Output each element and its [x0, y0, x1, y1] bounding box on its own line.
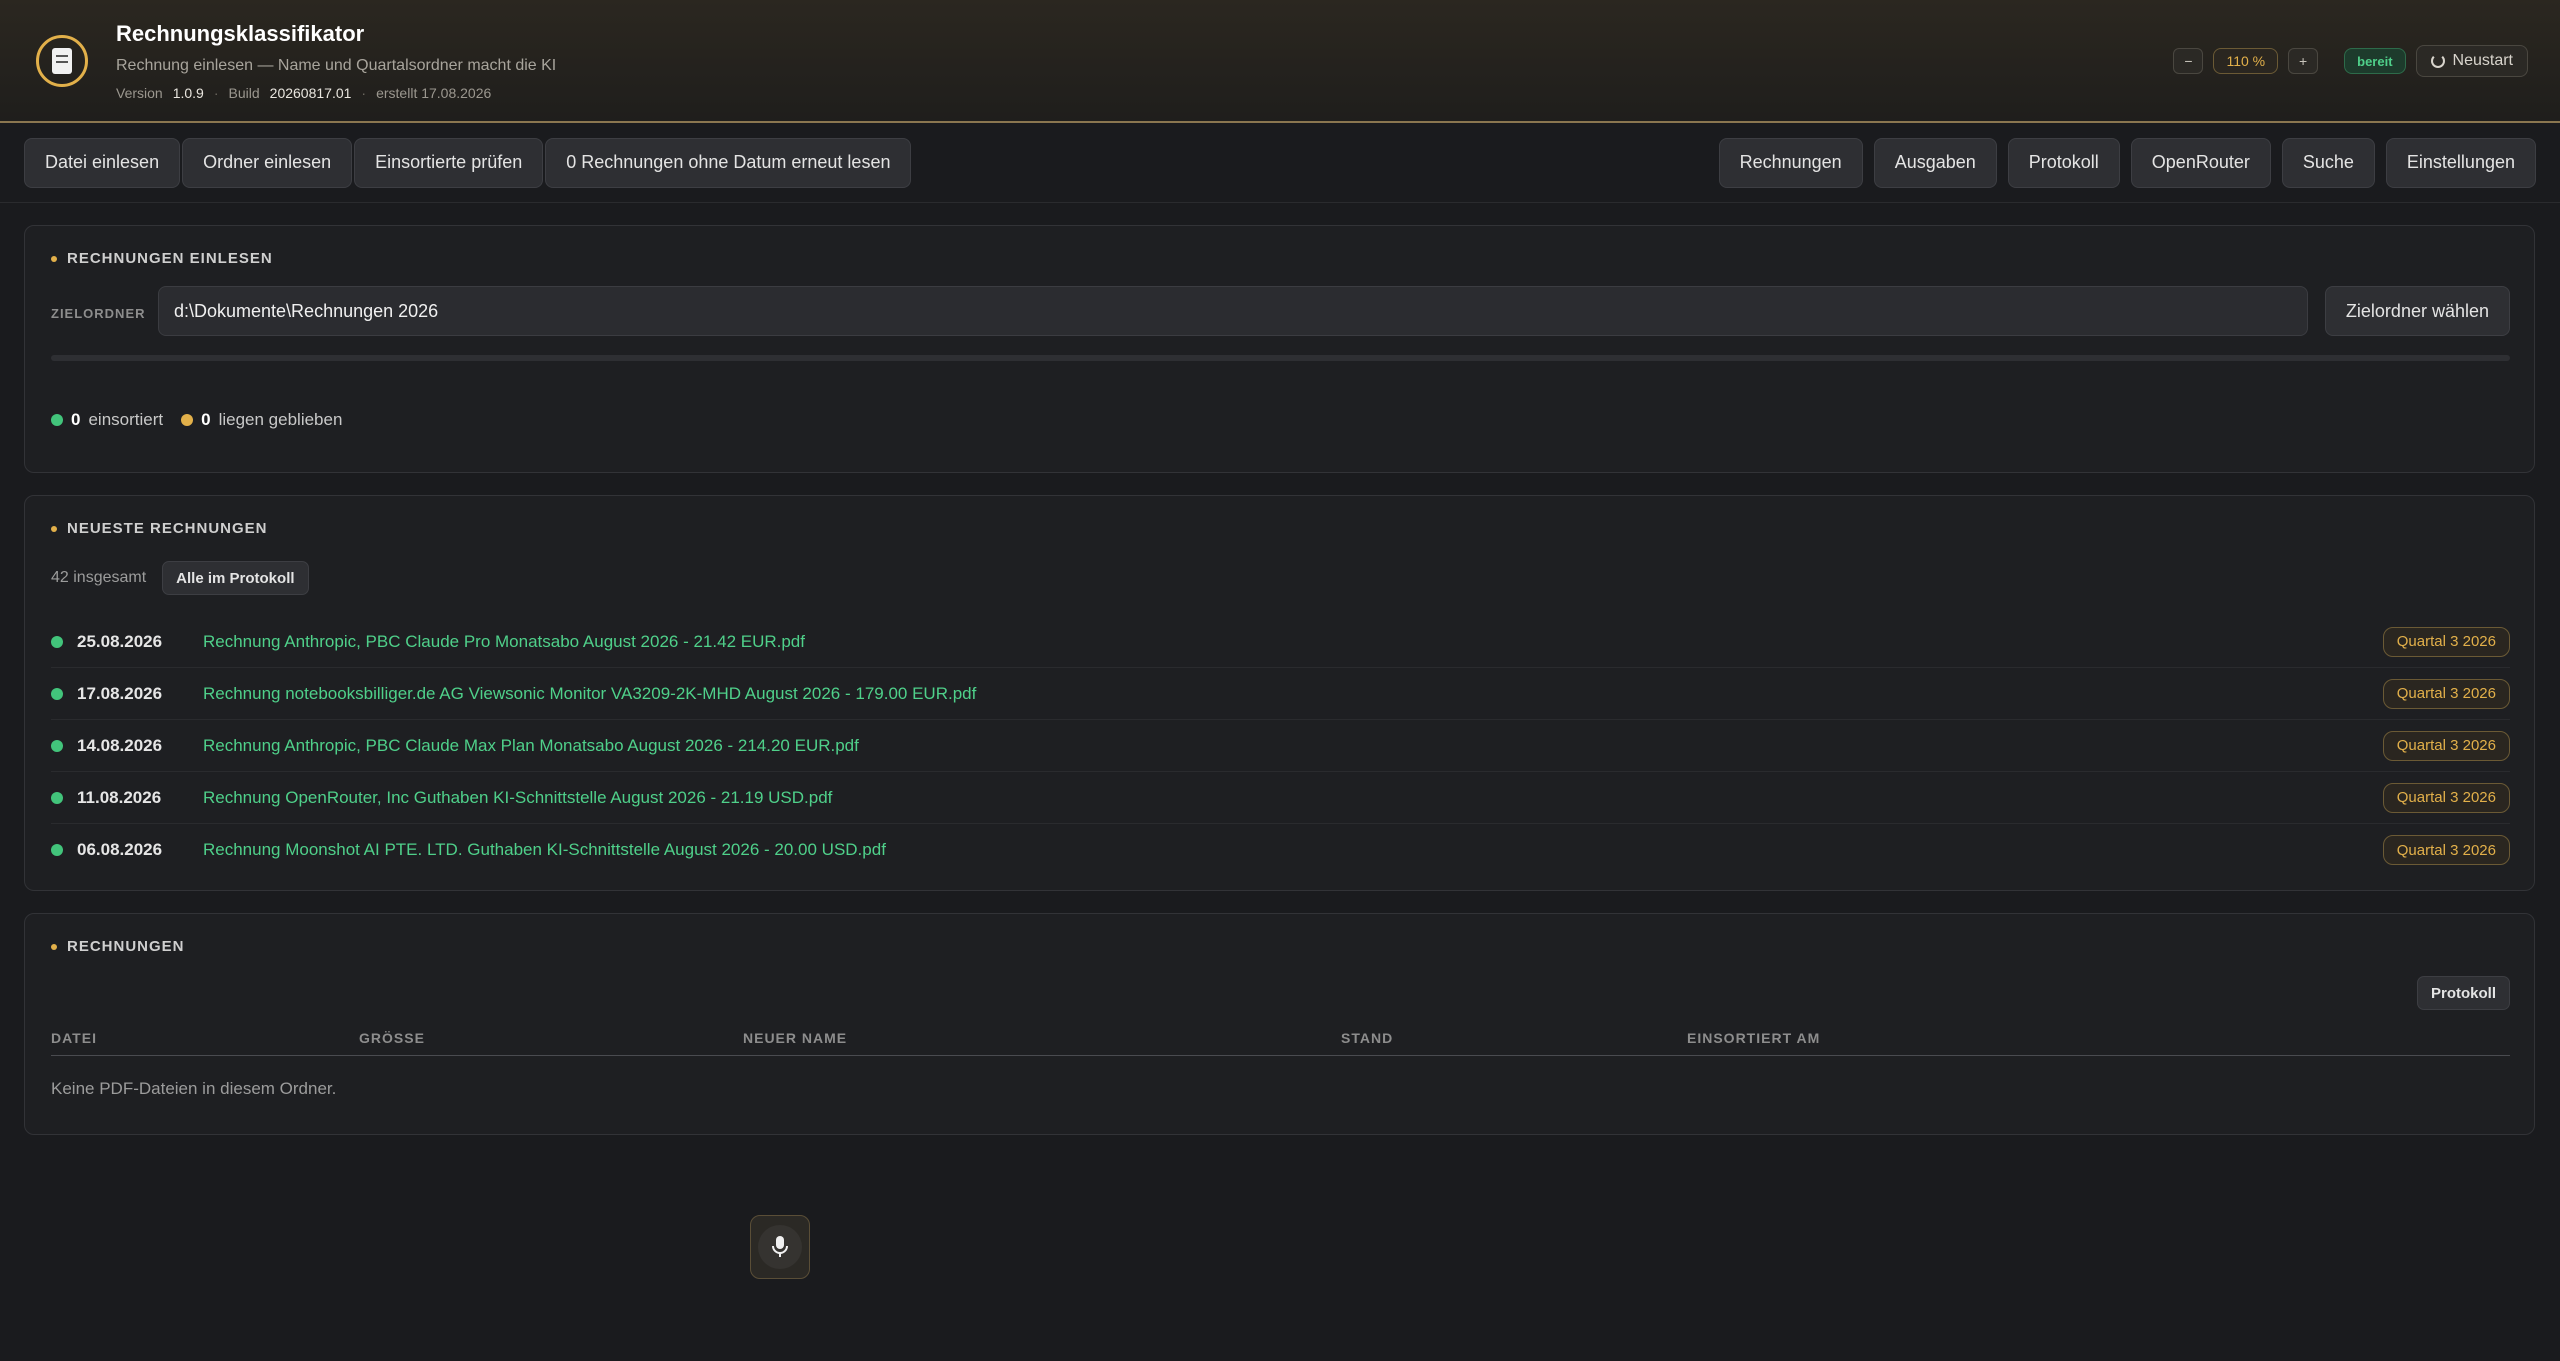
check-sorted-button[interactable]: Einsortierte prüfen	[354, 137, 544, 188]
status-dot-icon	[51, 844, 63, 856]
title-dot-icon	[51, 525, 57, 532]
main-toolbar: Datei einlesen Ordner einlesen Einsortie…	[0, 123, 2560, 203]
sorted-label: einsortiert	[88, 410, 164, 429]
status-dot-icon	[51, 739, 63, 752]
files-panel-title-text: RECHNUNGEN	[67, 938, 185, 955]
list-item[interactable]: 14.08.2026 Rechnung Anthropic, PBC Claud…	[51, 720, 2510, 772]
status-dot-icon	[51, 687, 63, 700]
invoice-file-link[interactable]: Rechnung Anthropic, PBC Claude Pro Monat…	[203, 632, 2383, 652]
protocol-button[interactable]: Protokoll	[2416, 976, 2510, 1010]
recent-count-row: 42 insgesamt Alle im Protokoll	[51, 561, 309, 595]
import-folder-button[interactable]: Ordner einlesen	[182, 137, 353, 188]
recent-invoice-list: 25.08.2026 Rechnung Anthropic, PBC Claud…	[51, 616, 2510, 876]
files-table-header: DATEI GRÖSSE NEUER NAME STAND EINSORTIER…	[51, 1022, 2510, 1056]
app-header: Rechnungsklassifikator Rechnung einlesen…	[0, 0, 2560, 123]
nav-expenses-button[interactable]: Ausgaben	[1873, 137, 1997, 188]
choose-target-folder-button[interactable]: Zielordner wählen	[2324, 286, 2510, 336]
restart-button[interactable]: Neustart	[2415, 45, 2528, 77]
invoice-file-link[interactable]: Rechnung Moonshot AI PTE. LTD. Guthaben …	[203, 840, 2383, 860]
list-item[interactable]: 06.08.2026 Rechnung Moonshot AI PTE. LTD…	[51, 824, 2510, 876]
nav-settings-button[interactable]: Einstellungen	[2385, 137, 2536, 188]
meta-separator: ·	[213, 84, 219, 101]
microphone-icon	[758, 1225, 802, 1269]
version-meta: Version 1.0.9 · Build 20260817.01 · erst…	[116, 85, 556, 101]
sorted-stat: 0 einsortiert	[51, 410, 163, 430]
reread-undated-button[interactable]: 0 Rechnungen ohne Datum erneut lesen	[545, 137, 912, 188]
version-value: 1.0.9	[172, 84, 204, 101]
invoice-logo-icon	[36, 34, 88, 87]
refresh-icon	[2430, 54, 2445, 68]
meta-separator: ·	[361, 84, 367, 101]
total-count: 42 insgesamt	[51, 569, 147, 586]
sorted-dot-icon	[51, 414, 63, 426]
status-dot-icon	[51, 635, 63, 648]
list-item[interactable]: 11.08.2026 Rechnung OpenRouter, Inc Guth…	[51, 772, 2510, 824]
all-in-protocol-button[interactable]: Alle im Protokoll	[162, 561, 309, 595]
restart-label: Neustart	[2452, 52, 2513, 69]
nav-openrouter-button[interactable]: OpenRouter	[2130, 137, 2271, 188]
import-stats: 0 einsortiert 0 liegen geblieben	[51, 410, 360, 430]
invoice-date: 25.08.2026	[77, 631, 163, 651]
quarter-badge: Quartal 3 2026	[2382, 782, 2510, 813]
import-panel-title-text: RECHNUNGEN EINLESEN	[67, 250, 273, 267]
invoice-date: 17.08.2026	[77, 683, 163, 703]
column-header-size[interactable]: GRÖSSE	[359, 1030, 425, 1046]
remaining-stat: 0 liegen geblieben	[181, 410, 342, 430]
column-header-status[interactable]: STAND	[1341, 1030, 1393, 1046]
recent-panel-title: NEUESTE RECHNUNGEN	[51, 520, 268, 537]
build-value: 20260817.01	[269, 84, 352, 101]
nav-invoices-button[interactable]: Rechnungen	[1718, 137, 1863, 188]
created-date: erstellt 17.08.2026	[376, 84, 492, 101]
import-panel-title: RECHNUNGEN EINLESEN	[51, 250, 273, 267]
remaining-count: 0	[201, 410, 211, 429]
version-label: Version	[116, 84, 163, 101]
remaining-label: liegen geblieben	[218, 410, 343, 429]
nav-search-button[interactable]: Suche	[2281, 137, 2375, 188]
recent-panel-title-text: NEUESTE RECHNUNGEN	[67, 520, 268, 537]
sorted-count: 0	[71, 410, 81, 429]
app-subtitle: Rechnung einlesen — Name und Quartalsord…	[116, 56, 557, 74]
build-label: Build	[228, 84, 260, 101]
invoice-date: 14.08.2026	[77, 735, 163, 755]
target-folder-input[interactable]	[158, 286, 2308, 336]
column-header-file[interactable]: DATEI	[51, 1030, 97, 1046]
title-dot-icon	[51, 943, 57, 950]
import-panel: RECHNUNGEN EINLESEN ZIELORDNER Zielordne…	[24, 225, 2535, 473]
list-item[interactable]: 17.08.2026 Rechnung notebooksbilliger.de…	[51, 668, 2510, 720]
invoice-file-link[interactable]: Rechnung Anthropic, PBC Claude Max Plan …	[203, 736, 2383, 756]
zoom-level: 110 %	[2213, 48, 2279, 74]
app-title: Rechnungsklassifikator	[116, 20, 365, 46]
import-file-button[interactable]: Datei einlesen	[24, 137, 181, 188]
column-header-sorted-at[interactable]: EINSORTIERT AM	[1687, 1030, 1820, 1046]
column-header-new-name[interactable]: NEUER NAME	[743, 1030, 847, 1046]
microphone-button[interactable]	[750, 1215, 810, 1279]
zoom-in-button[interactable]: +	[2288, 48, 2319, 74]
target-folder-label: ZIELORDNER	[51, 306, 146, 321]
nav-protocol-button[interactable]: Protokoll	[2007, 137, 2120, 188]
quarter-badge: Quartal 3 2026	[2382, 678, 2510, 709]
toolbar-actions: Datei einlesen Ordner einlesen Einsortie…	[24, 137, 912, 188]
status-dot-icon	[51, 791, 63, 804]
list-item[interactable]: 25.08.2026 Rechnung Anthropic, PBC Claud…	[51, 616, 2510, 668]
quarter-badge: Quartal 3 2026	[2382, 730, 2510, 761]
import-progress-bar	[51, 355, 2510, 361]
recent-invoices-panel: NEUESTE RECHNUNGEN 42 insgesamt Alle im …	[24, 495, 2535, 891]
zoom-out-button[interactable]: −	[2173, 48, 2204, 74]
title-block: Rechnungsklassifikator Rechnung einlesen…	[116, 21, 556, 101]
empty-table-message: Keine PDF-Dateien in diesem Ordner.	[51, 1079, 337, 1098]
quarter-badge: Quartal 3 2026	[2382, 626, 2510, 657]
files-panel-title: RECHNUNGEN	[51, 938, 185, 955]
header-controls: − 110 % + bereit Neustart	[2173, 45, 2528, 77]
quarter-badge: Quartal 3 2026	[2382, 835, 2510, 865]
status-badge: bereit	[2344, 48, 2406, 74]
title-dot-icon	[51, 255, 57, 262]
files-panel: RECHNUNGEN Protokoll DATEI GRÖSSE NEUER …	[24, 913, 2535, 1135]
toolbar-nav: Rechnungen Ausgaben Protokoll OpenRouter…	[1718, 137, 2536, 188]
invoice-file-link[interactable]: Rechnung OpenRouter, Inc Guthaben KI-Sch…	[203, 788, 2383, 808]
invoice-date: 06.08.2026	[77, 840, 163, 859]
invoice-date: 11.08.2026	[77, 787, 162, 807]
remaining-dot-icon	[181, 414, 194, 426]
invoice-file-link[interactable]: Rechnung notebooksbilliger.de AG Viewson…	[203, 684, 2383, 704]
